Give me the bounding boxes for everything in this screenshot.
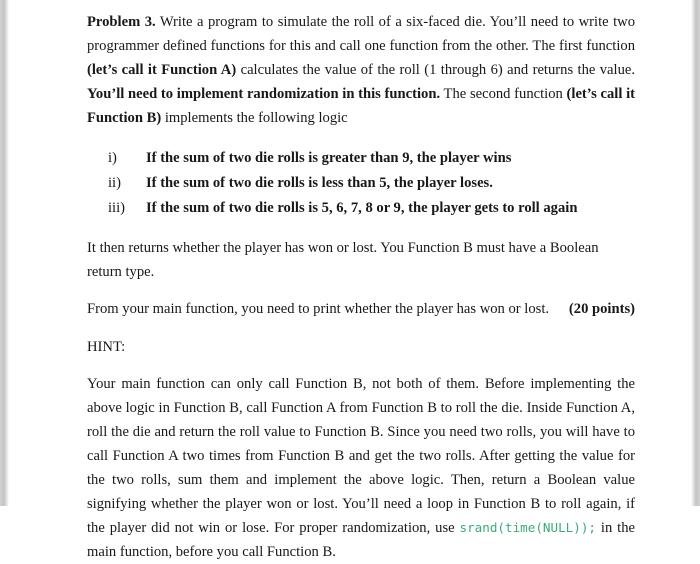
spacer-before-points (87, 284, 635, 297)
spacer-after-list (87, 220, 635, 236)
page-sheet: Problem 3. Write a program to simulate t… (9, 0, 691, 560)
hint-label: HINT: (87, 338, 126, 355)
problem-intro-run-5: The second function (440, 86, 567, 103)
list-item-marker: i) (108, 150, 117, 167)
list-item: i) If the sum of two die rolls is greate… (87, 146, 635, 171)
hint-paragraph: Your main function can only call Functio… (87, 372, 635, 564)
points-line-text: From your main function, you need to pri… (87, 301, 550, 318)
inline-code-snippet: srand(time(NULL)); (459, 520, 596, 536)
after-list-paragraph: It then returns whether the player has w… (87, 240, 599, 281)
problem-statement-paragraph: Problem 3. Write a program to simulate t… (87, 10, 635, 130)
page-right-edge (691, 0, 700, 506)
list-item-label: If the sum of two die rolls is 5, 6, 7, … (146, 199, 578, 216)
problem-intro-run-2-bold: (let’s call it Function A) (87, 62, 237, 79)
page-left-edge (0, 0, 9, 506)
list-item-marker: iii) (108, 199, 126, 216)
document-text-body: Problem 3. Write a program to simulate t… (87, 10, 635, 564)
problem-heading-label: Problem 3. (87, 14, 156, 30)
spacer-before-hint-body (87, 359, 635, 372)
list-item-label: If the sum of two die rolls is less than… (146, 175, 493, 192)
list-item-label: If the sum of two die rolls is greater t… (146, 150, 512, 167)
list-item-marker: ii) (108, 175, 121, 192)
points-line: From your main function, you need to pri… (87, 297, 635, 321)
hint-run-1: Your main function can only call Functio… (87, 375, 635, 537)
spacer-before-hint-label (87, 322, 635, 335)
problem-intro-run-7: implements the following logic (161, 110, 348, 127)
list-item: iii) If the sum of two die rolls is 5, 6… (87, 196, 635, 221)
document-page: Problem 3. Write a program to simulate t… (0, 0, 700, 560)
problem-intro-run-4-bold: You’ll need to implement randomization i… (87, 86, 441, 103)
spacer-before-list (87, 130, 635, 146)
problem-intro-run-3: calculates the value of the roll (1 thro… (236, 62, 636, 79)
points-badge: (20 points) (568, 301, 635, 318)
logic-rules-list: i) If the sum of two die rolls is greate… (87, 146, 635, 220)
list-item: ii) If the sum of two die rolls is less … (87, 171, 635, 196)
problem-intro-run-1: Write a program to simulate the roll of … (87, 14, 635, 55)
